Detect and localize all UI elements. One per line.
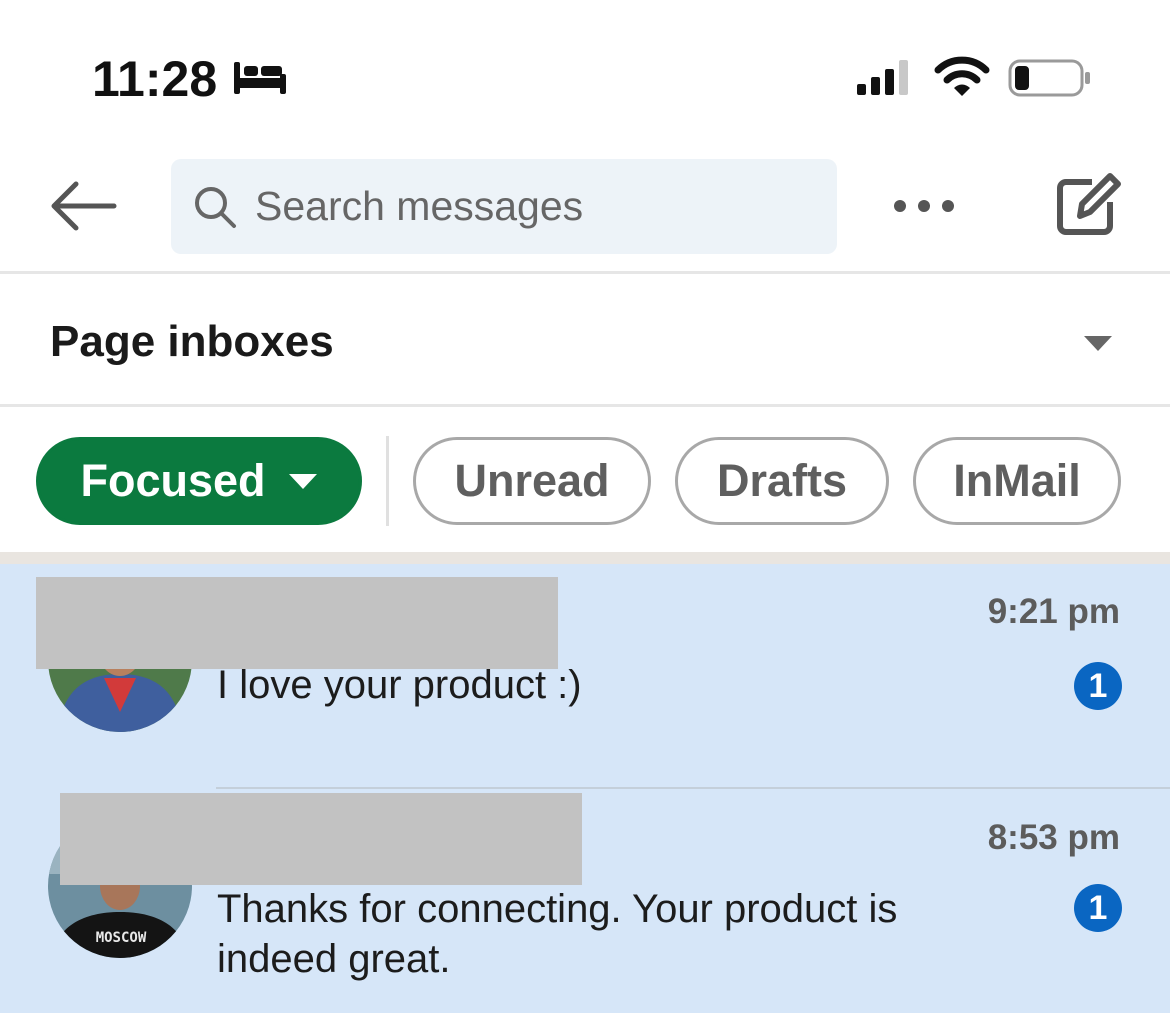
filter-inmail-button[interactable]: InMail xyxy=(913,437,1121,525)
search-bar[interactable] xyxy=(171,159,837,254)
search-icon xyxy=(195,187,236,228)
status-bar: 11:28 xyxy=(0,0,1170,150)
messaging-header xyxy=(0,150,1170,274)
bed-icon xyxy=(234,62,286,94)
redacted-sender-name xyxy=(36,577,558,669)
filter-focused-label: Focused xyxy=(80,455,266,506)
unread-badge: 1 xyxy=(1074,662,1122,710)
ellipsis-icon[interactable] xyxy=(888,188,960,224)
filter-focused-button[interactable]: Focused xyxy=(36,437,362,525)
arrow-left-icon[interactable] xyxy=(48,178,118,234)
unread-badge: 1 xyxy=(1074,884,1122,932)
compose-icon[interactable] xyxy=(1054,170,1124,238)
avatar-shirt-text: MOSCOW xyxy=(96,930,147,946)
filter-pills: Focused Unread Drafts InMail xyxy=(0,410,1170,552)
message-preview: I love your product :) xyxy=(217,663,582,707)
message-time: 9:21 pm xyxy=(987,592,1120,631)
message-time: 8:53 pm xyxy=(987,818,1120,857)
wifi-icon xyxy=(934,56,990,96)
filter-drafts-button[interactable]: Drafts xyxy=(675,437,889,525)
search-input[interactable] xyxy=(255,159,815,254)
conversation-item[interactable]: MOSCOW Thanks for connecting. Your produ… xyxy=(0,788,1170,1013)
section-divider xyxy=(0,552,1170,564)
filter-divider xyxy=(386,436,389,526)
conversation-item[interactable]: I love your product :) 9:21 pm 1 xyxy=(0,564,1170,789)
battery-icon xyxy=(1008,59,1090,97)
chevron-down-icon xyxy=(288,474,317,489)
conversation-list: I love your product :) 9:21 pm 1 MOSCOW … xyxy=(0,564,1170,1013)
signal-icon xyxy=(857,60,908,95)
chevron-down-icon xyxy=(1084,336,1112,351)
status-time: 11:28 xyxy=(92,51,218,107)
message-preview: Thanks for connecting. Your product is i… xyxy=(217,887,898,981)
page-inboxes-selector[interactable]: Page inboxes xyxy=(0,277,1170,407)
page-inboxes-label: Page inboxes xyxy=(50,317,334,366)
filter-unread-button[interactable]: Unread xyxy=(413,437,651,525)
redacted-sender-name xyxy=(60,793,582,885)
